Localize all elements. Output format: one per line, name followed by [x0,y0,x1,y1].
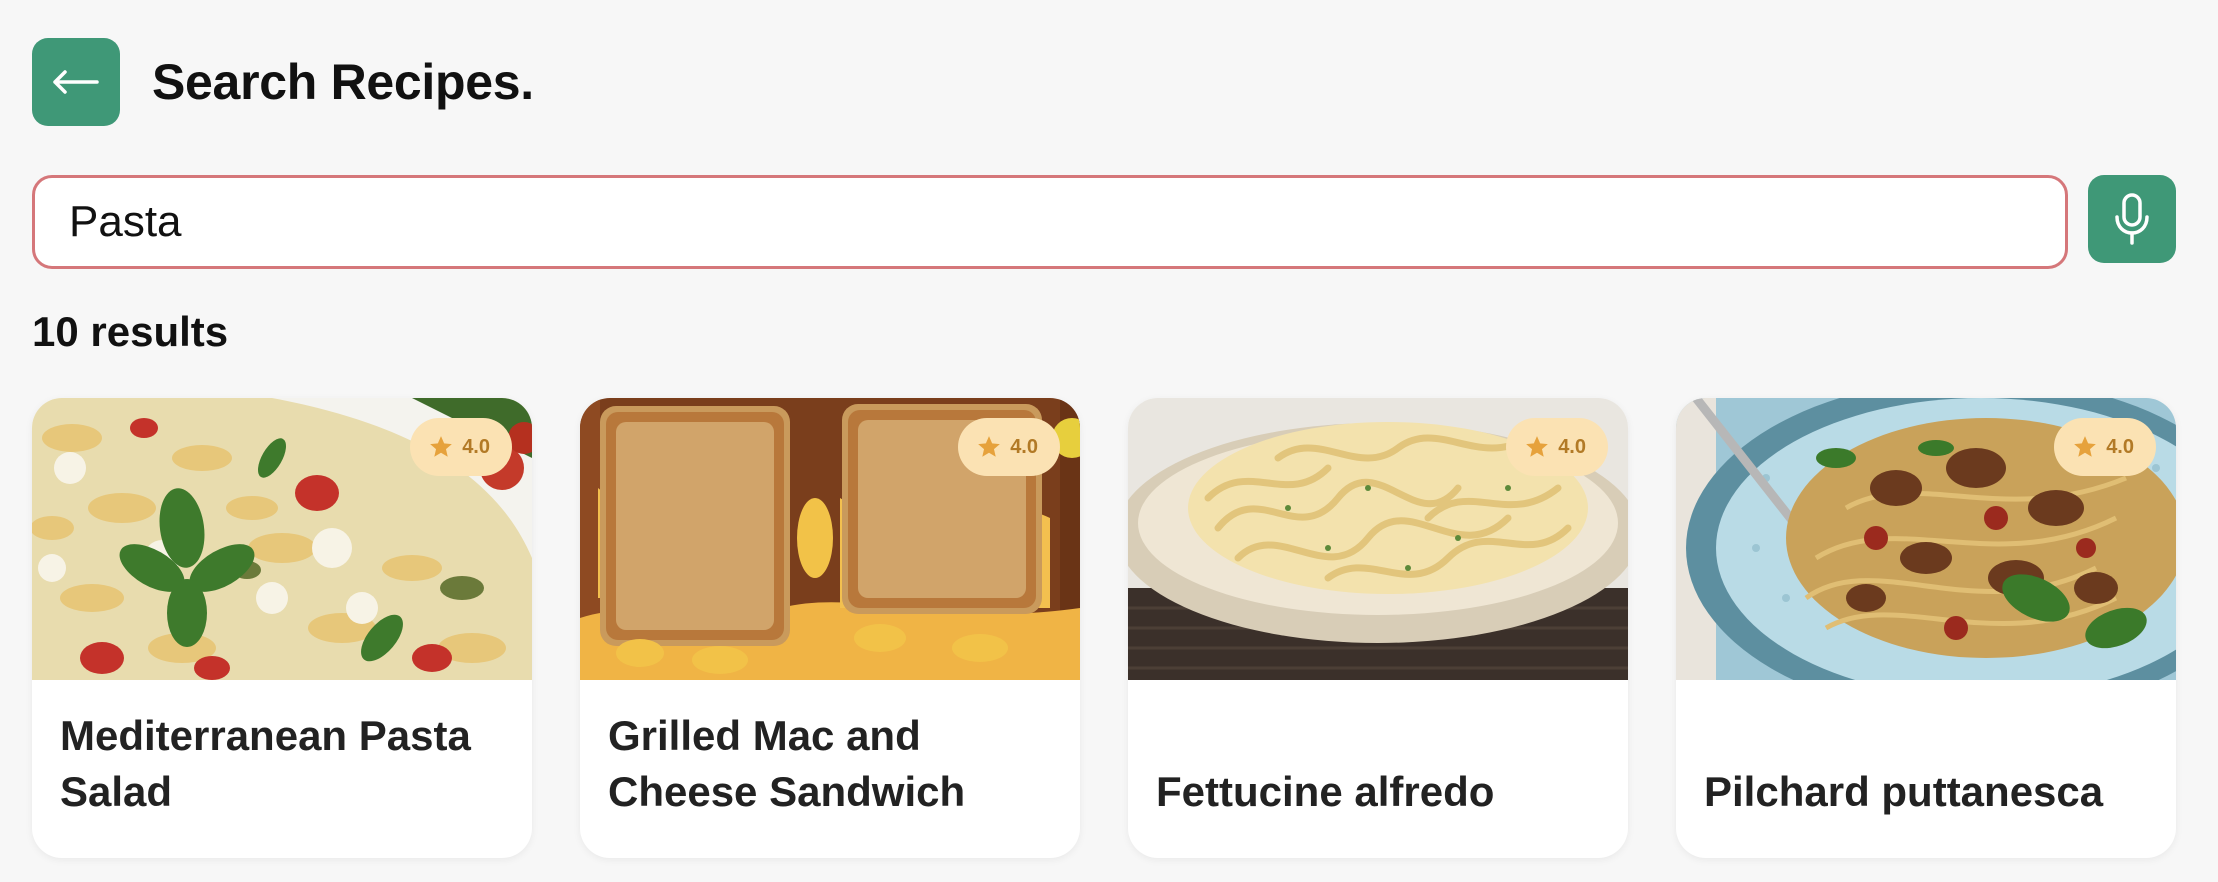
rating-value: 4.0 [1558,435,1586,458]
search-input[interactable] [32,175,2068,269]
star-icon [430,436,453,457]
rating-value: 4.0 [2106,435,2134,458]
rating-badge: 4.0 [2054,418,2156,476]
rating-badge: 4.0 [958,418,1060,476]
page-title: Search Recipes. [152,54,534,110]
voice-search-button[interactable] [2088,175,2176,263]
star-icon [1526,436,1549,457]
recipe-title: Grilled Mac and Cheese Sandwich [608,712,966,815]
back-button[interactable] [32,38,120,126]
recipe-card[interactable]: 4.0 Grilled Mac and Cheese Sandwich [580,398,1080,858]
recipe-title: Pilchard puttanesca [1704,768,2104,815]
rating-badge: 4.0 [1506,418,1608,476]
recipe-card[interactable]: 4.0 Fettucine alfredo [1128,398,1628,858]
recipe-card[interactable]: 4.0 Pilchard puttanesca [1676,398,2176,858]
star-icon [978,436,1001,457]
recipe-card[interactable]: 4.0 Mediterranean Pasta Salad [32,398,532,858]
rating-value: 4.0 [462,435,490,458]
recipe-results-grid: 4.0 Mediterranean Pasta Salad 4.0 Grille… [32,398,2176,858]
recipe-title: Mediterranean Pasta Salad [60,712,471,815]
arrow-left-icon [53,70,99,94]
rating-badge: 4.0 [410,418,512,476]
star-icon [2074,436,2097,457]
rating-value: 4.0 [1010,435,1038,458]
microphone-icon [2115,193,2149,245]
search-bar [32,175,2176,269]
header: Search Recipes. [32,38,534,126]
results-count: 10 results [32,308,229,355]
recipe-title: Fettucine alfredo [1156,768,1495,815]
